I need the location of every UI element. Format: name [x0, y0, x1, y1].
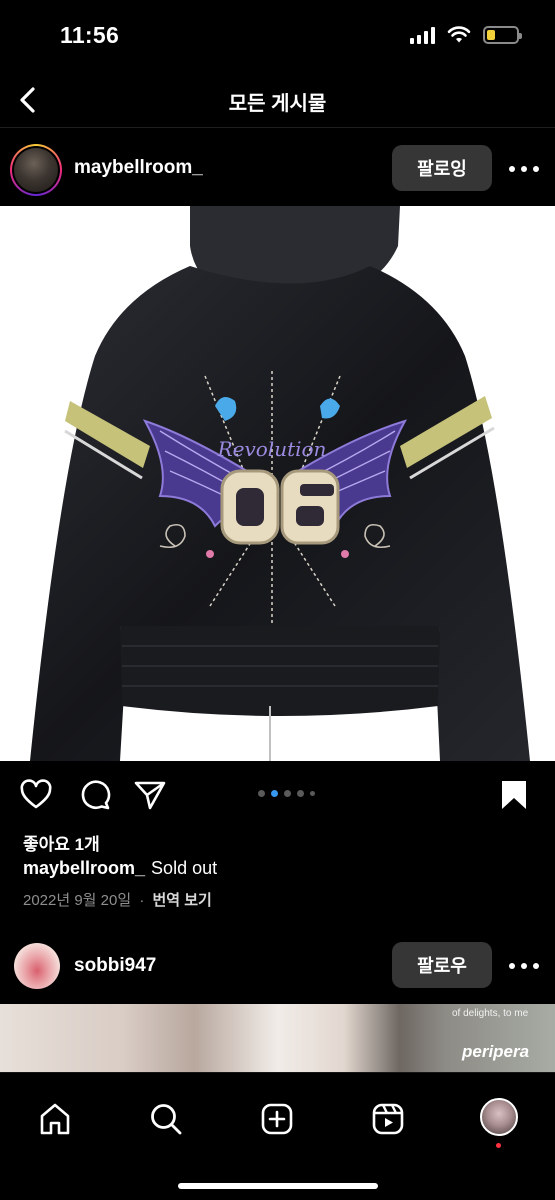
- caption-username[interactable]: maybellroom_: [23, 858, 145, 878]
- post-username[interactable]: maybellroom_: [74, 157, 203, 179]
- more-horizontal-icon: [509, 963, 515, 969]
- post-image[interactable]: Revolution: [0, 206, 555, 761]
- carousel-dot: [284, 790, 291, 797]
- post-meta: 2022년 9월 20일 · 번역 보기: [23, 889, 212, 910]
- more-options-button[interactable]: [509, 954, 539, 978]
- carousel-indicator: [258, 790, 315, 797]
- svg-text:Revolution: Revolution: [217, 437, 327, 461]
- caption-text: Sold out: [151, 858, 218, 878]
- follow-button[interactable]: 팔로우: [392, 942, 492, 988]
- wifi-icon: [447, 26, 471, 43]
- hoodie-illustration: Revolution: [30, 206, 530, 761]
- home-icon: [40, 1103, 70, 1135]
- likes-count[interactable]: 좋아요 1개: [23, 830, 100, 855]
- more-options-button[interactable]: [509, 157, 539, 181]
- tab-home[interactable]: [35, 1099, 75, 1139]
- status-bar: 11:56: [0, 0, 555, 72]
- tab-search[interactable]: [146, 1099, 186, 1139]
- battery-icon: [483, 26, 522, 44]
- post-header: maybellroom_ 팔로잉: [0, 137, 555, 201]
- next-post-username[interactable]: sobbi947: [74, 955, 156, 977]
- home-indicator[interactable]: [178, 1183, 378, 1189]
- battery-level: [487, 30, 496, 40]
- avatar[interactable]: [10, 144, 62, 196]
- avatar[interactable]: [14, 943, 60, 989]
- next-post-image-text: of delights, to me: [452, 1008, 529, 1019]
- reels-icon: [372, 1103, 404, 1135]
- search-icon: [151, 1104, 182, 1135]
- status-time: 11:56: [60, 22, 120, 48]
- signal-icon: [410, 26, 435, 44]
- bookmark-icon[interactable]: [497, 778, 531, 812]
- carousel-dot: [310, 791, 315, 796]
- post-caption: maybellroom_ Sold out: [23, 858, 217, 879]
- carousel-dot: [258, 790, 265, 797]
- tab-profile-avatar[interactable]: [480, 1098, 518, 1136]
- post-date: 2022년 9월 20일: [23, 892, 132, 909]
- next-post-header: sobbi947 팔로우: [0, 936, 555, 1000]
- next-post-brand: peripera: [462, 1042, 530, 1061]
- status-icons: [410, 26, 522, 44]
- tab-reels[interactable]: [368, 1099, 408, 1139]
- share-icon[interactable]: [133, 778, 167, 812]
- tab-create[interactable]: [257, 1099, 297, 1139]
- page-title: 모든 게시물: [228, 93, 327, 115]
- nav-header: 모든 게시물: [0, 72, 555, 128]
- meta-separator: ·: [139, 892, 145, 909]
- heart-icon[interactable]: [19, 778, 53, 812]
- translate-link[interactable]: 번역 보기: [152, 892, 211, 909]
- create-icon: [261, 1103, 293, 1135]
- following-button[interactable]: 팔로잉: [392, 145, 492, 191]
- carousel-dot-active: [271, 790, 278, 797]
- more-horizontal-icon: [509, 166, 515, 172]
- avatar-image: [14, 148, 58, 192]
- carousel-dot: [297, 790, 304, 797]
- post-action-bar: [0, 772, 555, 818]
- bottom-tab-bar: [0, 1072, 555, 1200]
- notification-dot: [496, 1143, 501, 1148]
- comment-icon[interactable]: [77, 778, 111, 812]
